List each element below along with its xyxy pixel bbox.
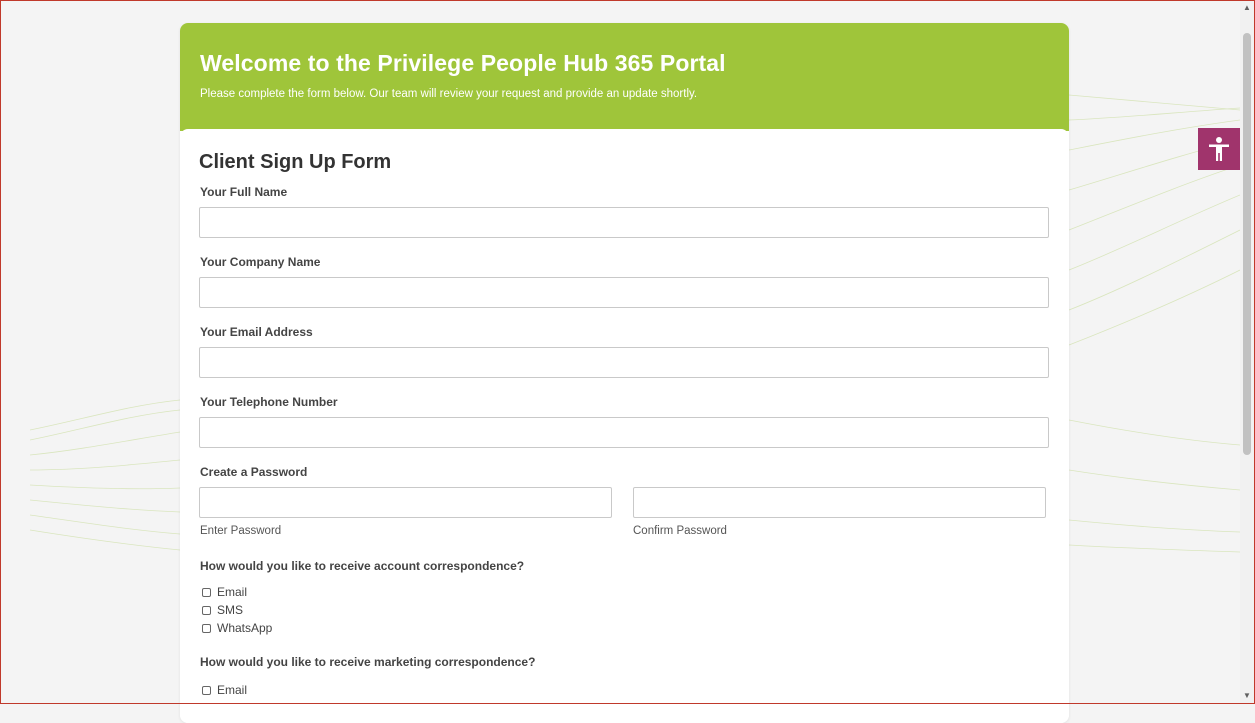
banner-title: Welcome to the Privilege People Hub 365 …: [200, 50, 726, 76]
telephone-input[interactable]: [199, 417, 1049, 448]
company-name-label: Your Company Name: [200, 255, 321, 269]
confirm-password-sublabel: Confirm Password: [633, 525, 727, 537]
account-whatsapp-checkbox[interactable]: [202, 623, 211, 633]
page-scrollbar[interactable]: ▲ ▼: [1240, 1, 1254, 703]
account-correspondence-question: How would you like to receive account co…: [200, 559, 525, 573]
full-name-label: Your Full Name: [200, 185, 288, 199]
company-name-input[interactable]: [199, 277, 1049, 308]
marketing-email-checkbox[interactable]: [202, 685, 211, 695]
option-label: WhatsApp: [217, 621, 273, 635]
account-option-sms[interactable]: SMS: [202, 603, 243, 617]
telephone-label: Your Telephone Number: [200, 395, 338, 409]
scroll-down-arrow-icon[interactable]: ▼: [1240, 689, 1254, 703]
accessibility-button[interactable]: [1198, 128, 1240, 170]
account-option-whatsapp[interactable]: WhatsApp: [202, 621, 272, 635]
scrollbar-thumb[interactable]: [1243, 33, 1251, 455]
banner-subtitle: Please complete the form below. Our team…: [200, 88, 698, 100]
email-input[interactable]: [199, 347, 1049, 378]
welcome-banner: Welcome to the Privilege People Hub 365 …: [180, 23, 1069, 131]
password-label: Create a Password: [200, 465, 308, 479]
account-sms-checkbox[interactable]: [202, 605, 211, 615]
account-email-checkbox[interactable]: [202, 587, 211, 597]
form-title: Client Sign Up Form: [199, 151, 392, 173]
enter-password-sublabel: Enter Password: [200, 525, 282, 537]
marketing-correspondence-question: How would you like to receive marketing …: [200, 655, 536, 669]
option-label: Email: [217, 683, 248, 697]
signup-form: Client Sign Up Form Your Full Name Your …: [180, 129, 1069, 723]
option-label: Email: [217, 585, 248, 599]
accessibility-person-icon: [1209, 137, 1229, 161]
full-name-input[interactable]: [199, 207, 1049, 238]
scroll-up-arrow-icon[interactable]: ▲: [1240, 1, 1254, 15]
password-input[interactable]: [199, 487, 612, 518]
marketing-option-email[interactable]: Email: [202, 683, 247, 697]
email-label: Your Email Address: [200, 325, 313, 339]
confirm-password-input[interactable]: [633, 487, 1046, 518]
option-label: SMS: [217, 603, 244, 617]
account-option-email[interactable]: Email: [202, 585, 247, 599]
signup-card: Welcome to the Privilege People Hub 365 …: [180, 23, 1069, 723]
